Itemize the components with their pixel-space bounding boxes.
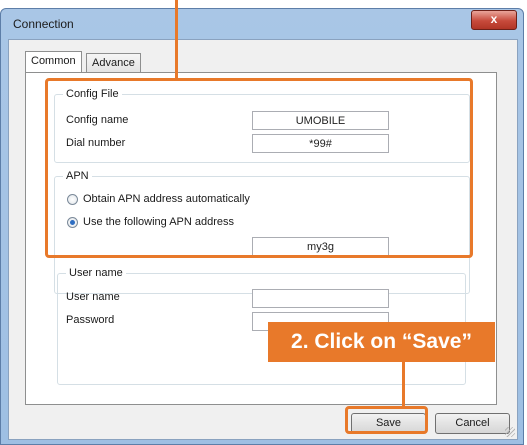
user-name-field[interactable] [252,289,389,308]
password-label: Password [66,314,115,326]
tab-common[interactable]: Common [25,51,82,72]
user-name-label: User name [66,291,120,303]
save-button-highlight [345,406,428,434]
window-title: Connection [13,17,74,31]
tab-advance[interactable]: Advance [86,53,141,73]
annotation-line-save [402,362,405,407]
annotation-callout: 2. Click on “Save” [268,322,495,362]
cancel-button[interactable]: Cancel [435,413,510,434]
close-button[interactable]: x [471,10,517,30]
user-group-title: User name [66,267,126,279]
resize-grip-icon[interactable] [505,427,515,437]
close-icon: x [490,12,498,26]
annotation-line-top [175,0,178,80]
title-bar[interactable]: Connection x [1,9,523,35]
apn-config-highlight [45,78,473,258]
